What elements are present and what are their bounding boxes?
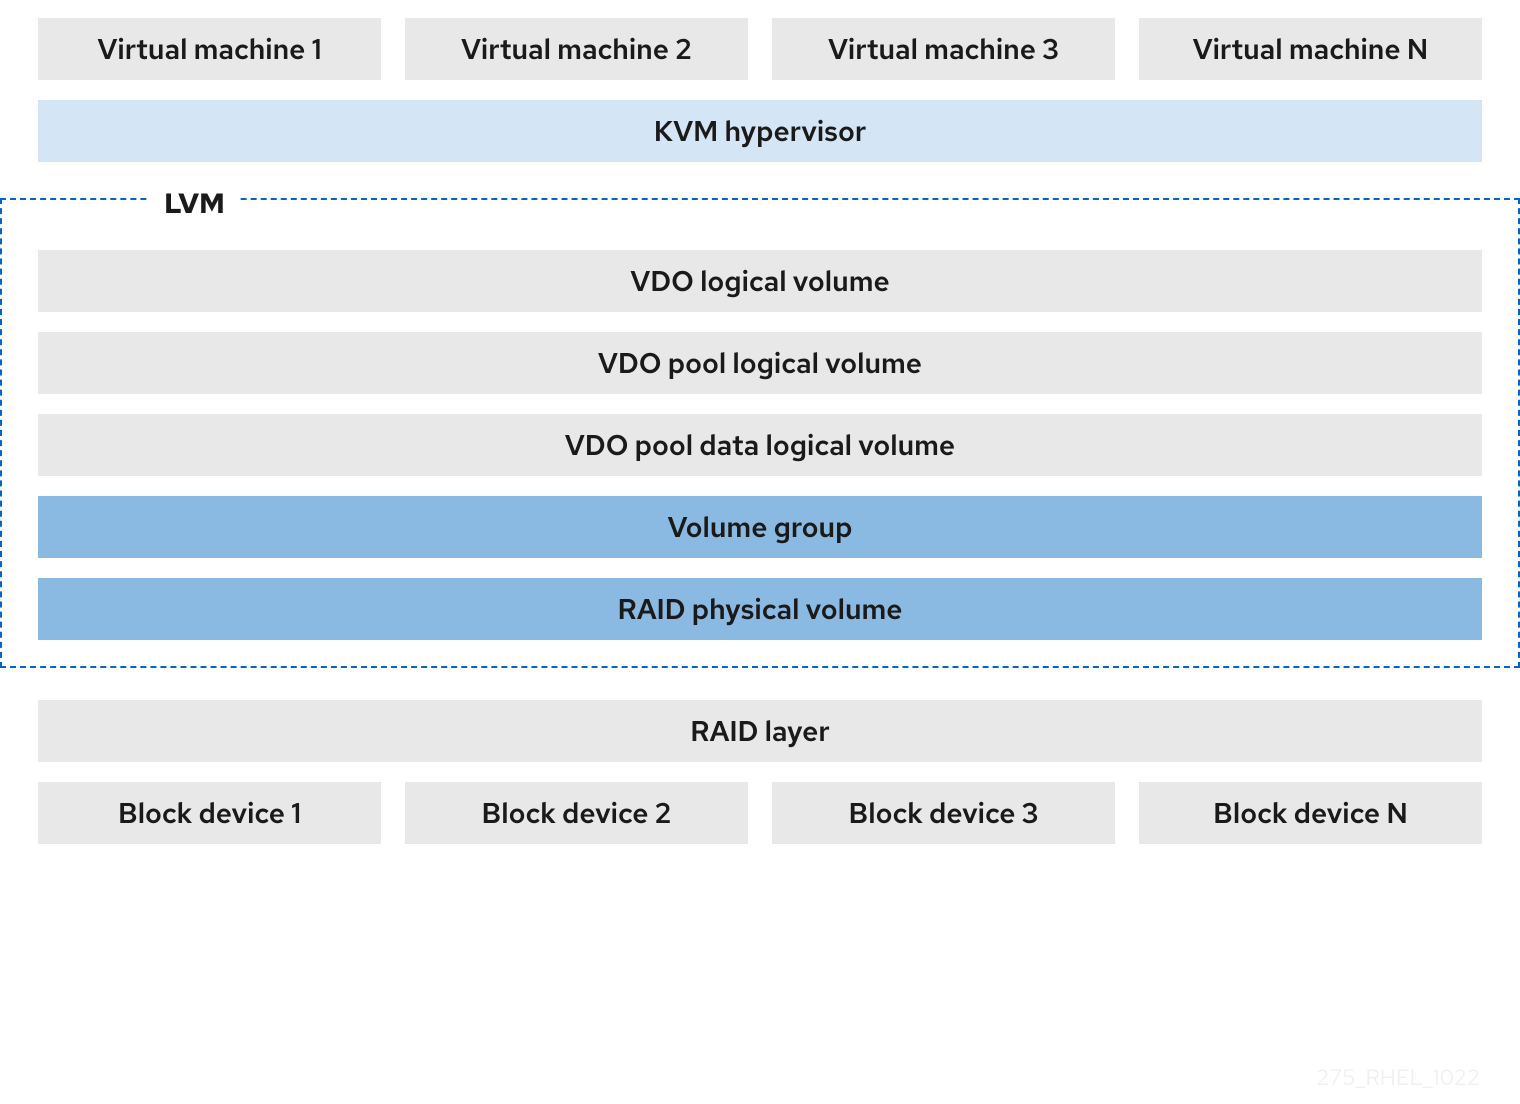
lvm-layer-row: RAID physical volume: [38, 578, 1482, 640]
hypervisor-row: KVM hypervisor: [38, 100, 1482, 162]
block-device-box: Block device 1: [38, 782, 381, 844]
block-device-box: Block device 3: [772, 782, 1115, 844]
hypervisor-box: KVM hypervisor: [38, 100, 1482, 162]
block-device-row: Block device 1 Block device 2 Block devi…: [38, 782, 1482, 844]
vdo-pool-logical-volume-box: VDO pool logical volume: [38, 332, 1482, 394]
lvm-layer-row: Volume group: [38, 496, 1482, 558]
vm-box: Virtual machine 3: [772, 18, 1115, 80]
vm-box: Virtual machine N: [1139, 18, 1482, 80]
raid-physical-volume-box: RAID physical volume: [38, 578, 1482, 640]
lvm-group: LVM VDO logical volume VDO pool logical …: [0, 198, 1520, 668]
lvm-layer-row: VDO logical volume: [38, 250, 1482, 312]
raid-layer-box: RAID layer: [38, 700, 1482, 762]
vm-row: Virtual machine 1 Virtual machine 2 Virt…: [38, 18, 1482, 80]
raid-layer-row: RAID layer: [38, 700, 1482, 762]
lvm-layer-row: VDO pool logical volume: [38, 332, 1482, 394]
volume-group-box: Volume group: [38, 496, 1482, 558]
lvm-legend: LVM: [150, 184, 239, 222]
vm-box: Virtual machine 1: [38, 18, 381, 80]
diagram-container: Virtual machine 1 Virtual machine 2 Virt…: [0, 18, 1520, 844]
block-device-box: Block device 2: [405, 782, 748, 844]
block-device-box: Block device N: [1139, 782, 1482, 844]
vdo-logical-volume-box: VDO logical volume: [38, 250, 1482, 312]
watermark-text: 275_RHEL_1022: [1316, 1063, 1480, 1092]
lvm-layer-row: VDO pool data logical volume: [38, 414, 1482, 476]
vm-box: Virtual machine 2: [405, 18, 748, 80]
vdo-pool-data-logical-volume-box: VDO pool data logical volume: [38, 414, 1482, 476]
